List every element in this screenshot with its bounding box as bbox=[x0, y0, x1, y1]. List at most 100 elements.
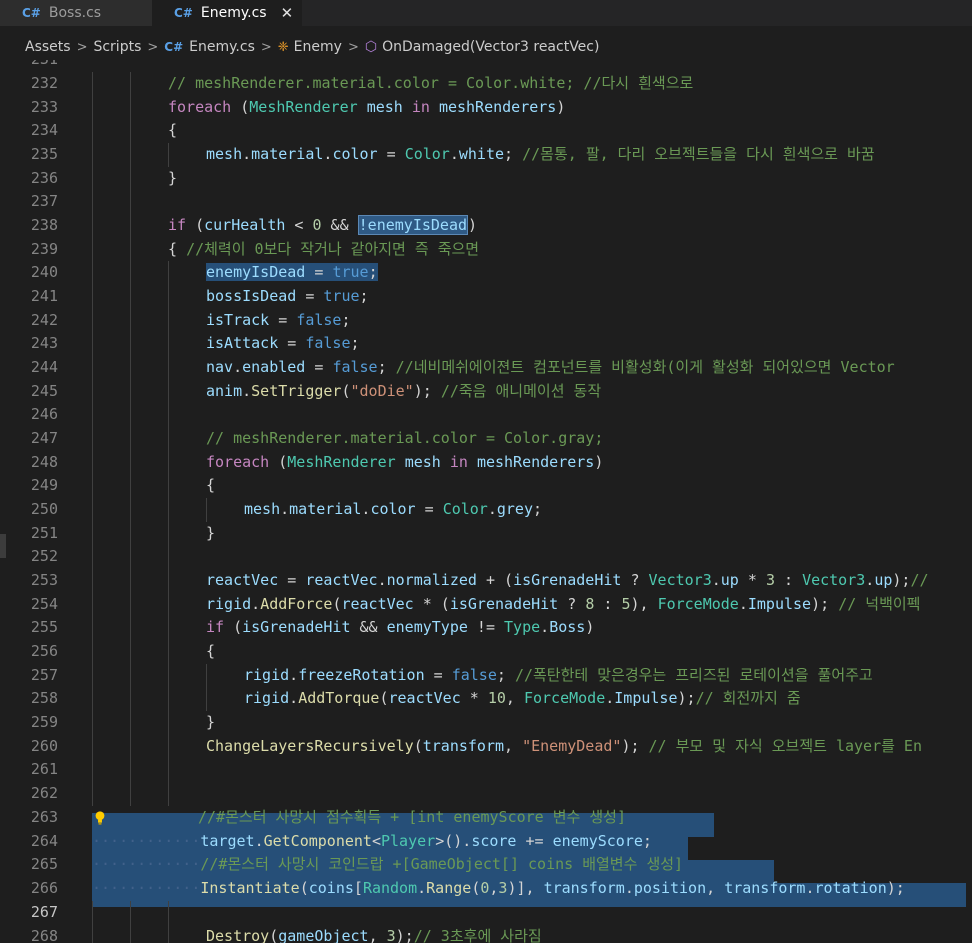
indent-guide bbox=[92, 427, 93, 451]
indent-guide bbox=[206, 687, 207, 711]
indent-guide bbox=[130, 569, 131, 593]
indent-guide bbox=[92, 711, 93, 735]
line-number: 231 bbox=[0, 60, 58, 72]
breadcrumb-item-file[interactable]: Enemy.cs bbox=[189, 39, 255, 55]
indent-guide bbox=[130, 640, 131, 664]
code-token: Impulse bbox=[614, 689, 678, 707]
code-content: nav.enabled = false; //네비메쉬에이젼트 컴포넌트를 비활… bbox=[206, 358, 895, 376]
indent-guide bbox=[168, 143, 169, 167]
indent-guide bbox=[130, 119, 131, 143]
code-line: 233 foreach (MeshRenderer mesh in meshRe… bbox=[0, 96, 972, 120]
code-token: isAttack bbox=[206, 334, 279, 352]
indent-guide bbox=[92, 167, 93, 191]
indent-guide bbox=[168, 782, 169, 806]
tab-label: Boss.cs bbox=[48, 5, 102, 21]
line-number: 260 bbox=[30, 737, 58, 755]
code-token: isTrack bbox=[206, 311, 270, 329]
indent-guide bbox=[168, 758, 169, 782]
indent-guide bbox=[130, 214, 131, 238]
indent-guide bbox=[92, 616, 93, 640]
code-token: ForceMode bbox=[657, 595, 739, 613]
indent-guide bbox=[92, 190, 93, 214]
code-token: 5 bbox=[621, 595, 631, 613]
code-token: curHealth bbox=[204, 216, 286, 234]
line-number: 238 bbox=[30, 216, 58, 234]
code-line: 260 ChangeLayersRecursively(transform, "… bbox=[0, 735, 972, 759]
indent-guide bbox=[130, 687, 131, 711]
indent-guide bbox=[168, 687, 169, 711]
code-token: false bbox=[332, 358, 378, 376]
indent-guide bbox=[130, 925, 131, 943]
tab-boss-cs[interactable]: C# Boss.cs bbox=[0, 0, 152, 26]
code-comment: //체력이 0보다 작거나 같아지면 즉 죽으면 bbox=[186, 240, 480, 258]
line-number: 261 bbox=[30, 760, 58, 778]
indent-guide bbox=[92, 640, 93, 664]
indent-guide bbox=[92, 285, 93, 309]
line-number: 263 bbox=[30, 808, 58, 826]
tab-enemy-cs[interactable]: C# Enemy.cs ✕ bbox=[152, 0, 302, 26]
code-content: mesh.material.color = Color.white; //몸통,… bbox=[206, 145, 875, 163]
indent-guide bbox=[92, 403, 93, 427]
code-content: { bbox=[168, 121, 178, 139]
code-line: 264 ············target.GetComponent<Play… bbox=[0, 830, 972, 854]
code-token: Type bbox=[504, 618, 541, 636]
code-token: freezeRotation bbox=[298, 666, 425, 684]
indent-guide bbox=[130, 261, 131, 285]
lightbulb-icon[interactable] bbox=[93, 806, 107, 830]
code-content: { //체력이 0보다 작거나 같아지면 즉 죽으면 bbox=[168, 240, 480, 258]
code-comment: //#몬스터 사망시 코인드랍 +[GameObject[] coins 배열변… bbox=[200, 855, 684, 873]
chevron-right-icon: > bbox=[347, 39, 359, 55]
line-number: 255 bbox=[30, 618, 58, 636]
code-token: isGrenadeHit bbox=[513, 571, 622, 589]
code-token: 8 bbox=[585, 595, 595, 613]
line-number: 240 bbox=[30, 263, 58, 281]
code-content: if (curHealth < 0 && !enemyIsDead) bbox=[168, 215, 478, 235]
breadcrumb-item-assets[interactable]: Assets bbox=[25, 39, 71, 55]
code-content: ············Instantiate(coins[Random.Ran… bbox=[92, 879, 905, 897]
code-token: 3 bbox=[498, 879, 508, 897]
method-icon: ⬡ bbox=[364, 39, 378, 55]
code-content: isAttack = false; bbox=[206, 334, 360, 352]
breadcrumb-item-class[interactable]: Enemy bbox=[294, 39, 342, 55]
code-line: 240 enemyIsDead = true; bbox=[0, 261, 972, 285]
code-comment: // meshRenderer.material.color = Color.w… bbox=[168, 74, 694, 92]
indent-guide bbox=[92, 593, 93, 617]
code-line: 231 bbox=[0, 60, 972, 72]
code-token: color bbox=[332, 145, 378, 163]
code-content: { bbox=[206, 642, 216, 660]
breadcrumb-item-scripts[interactable]: Scripts bbox=[93, 39, 141, 55]
whitespace-marker: ············ bbox=[92, 879, 201, 897]
line-number: 246 bbox=[30, 405, 58, 423]
code-token: Random bbox=[362, 879, 418, 897]
code-token: mesh bbox=[244, 500, 281, 518]
indent-guide bbox=[130, 616, 131, 640]
indent-guide bbox=[92, 569, 93, 593]
indent-guide bbox=[92, 119, 93, 143]
code-content: rigid.AddTorque(reactVec * 10, ForceMode… bbox=[244, 689, 801, 707]
code-comment: //#몬스터 사망시 점수획득 + [int enemyScore 변수 생성] bbox=[198, 808, 627, 826]
indent-guide bbox=[168, 380, 169, 404]
code-token: in bbox=[411, 98, 430, 116]
code-content: ············//#몬스터 사망시 코인드랍 +[GameObject… bbox=[92, 853, 683, 877]
indent-guide bbox=[168, 309, 169, 333]
code-token: score bbox=[471, 832, 517, 850]
indent-guide bbox=[92, 498, 93, 522]
csharp-file-icon: C# bbox=[174, 6, 193, 20]
close-icon[interactable]: ✕ bbox=[281, 4, 294, 22]
tab-bar: C# Boss.cs C# Enemy.cs ✕ bbox=[0, 0, 972, 26]
code-line: 236 } bbox=[0, 167, 972, 191]
whitespace-marker: ············ bbox=[92, 832, 201, 850]
indent-guide bbox=[168, 711, 169, 735]
code-token: SetTrigger bbox=[251, 382, 342, 400]
indent-guide bbox=[168, 735, 169, 759]
line-number: 257 bbox=[30, 666, 58, 684]
code-token: grey bbox=[496, 500, 533, 518]
code-content: reactVec = reactVec.normalized + (isGren… bbox=[206, 571, 929, 589]
line-number: 256 bbox=[30, 642, 58, 660]
code-content: enemyIsDead = true; bbox=[206, 263, 378, 281]
code-token: "doDie" bbox=[350, 382, 414, 400]
indent-guide bbox=[130, 143, 131, 167]
breadcrumb-item-method[interactable]: OnDamaged(Vector3 reactVec) bbox=[382, 39, 599, 55]
code-editor[interactable]: 231 232 // meshRenderer.material.color =… bbox=[0, 60, 972, 943]
code-token: ChangeLayersRecursively bbox=[206, 737, 414, 755]
